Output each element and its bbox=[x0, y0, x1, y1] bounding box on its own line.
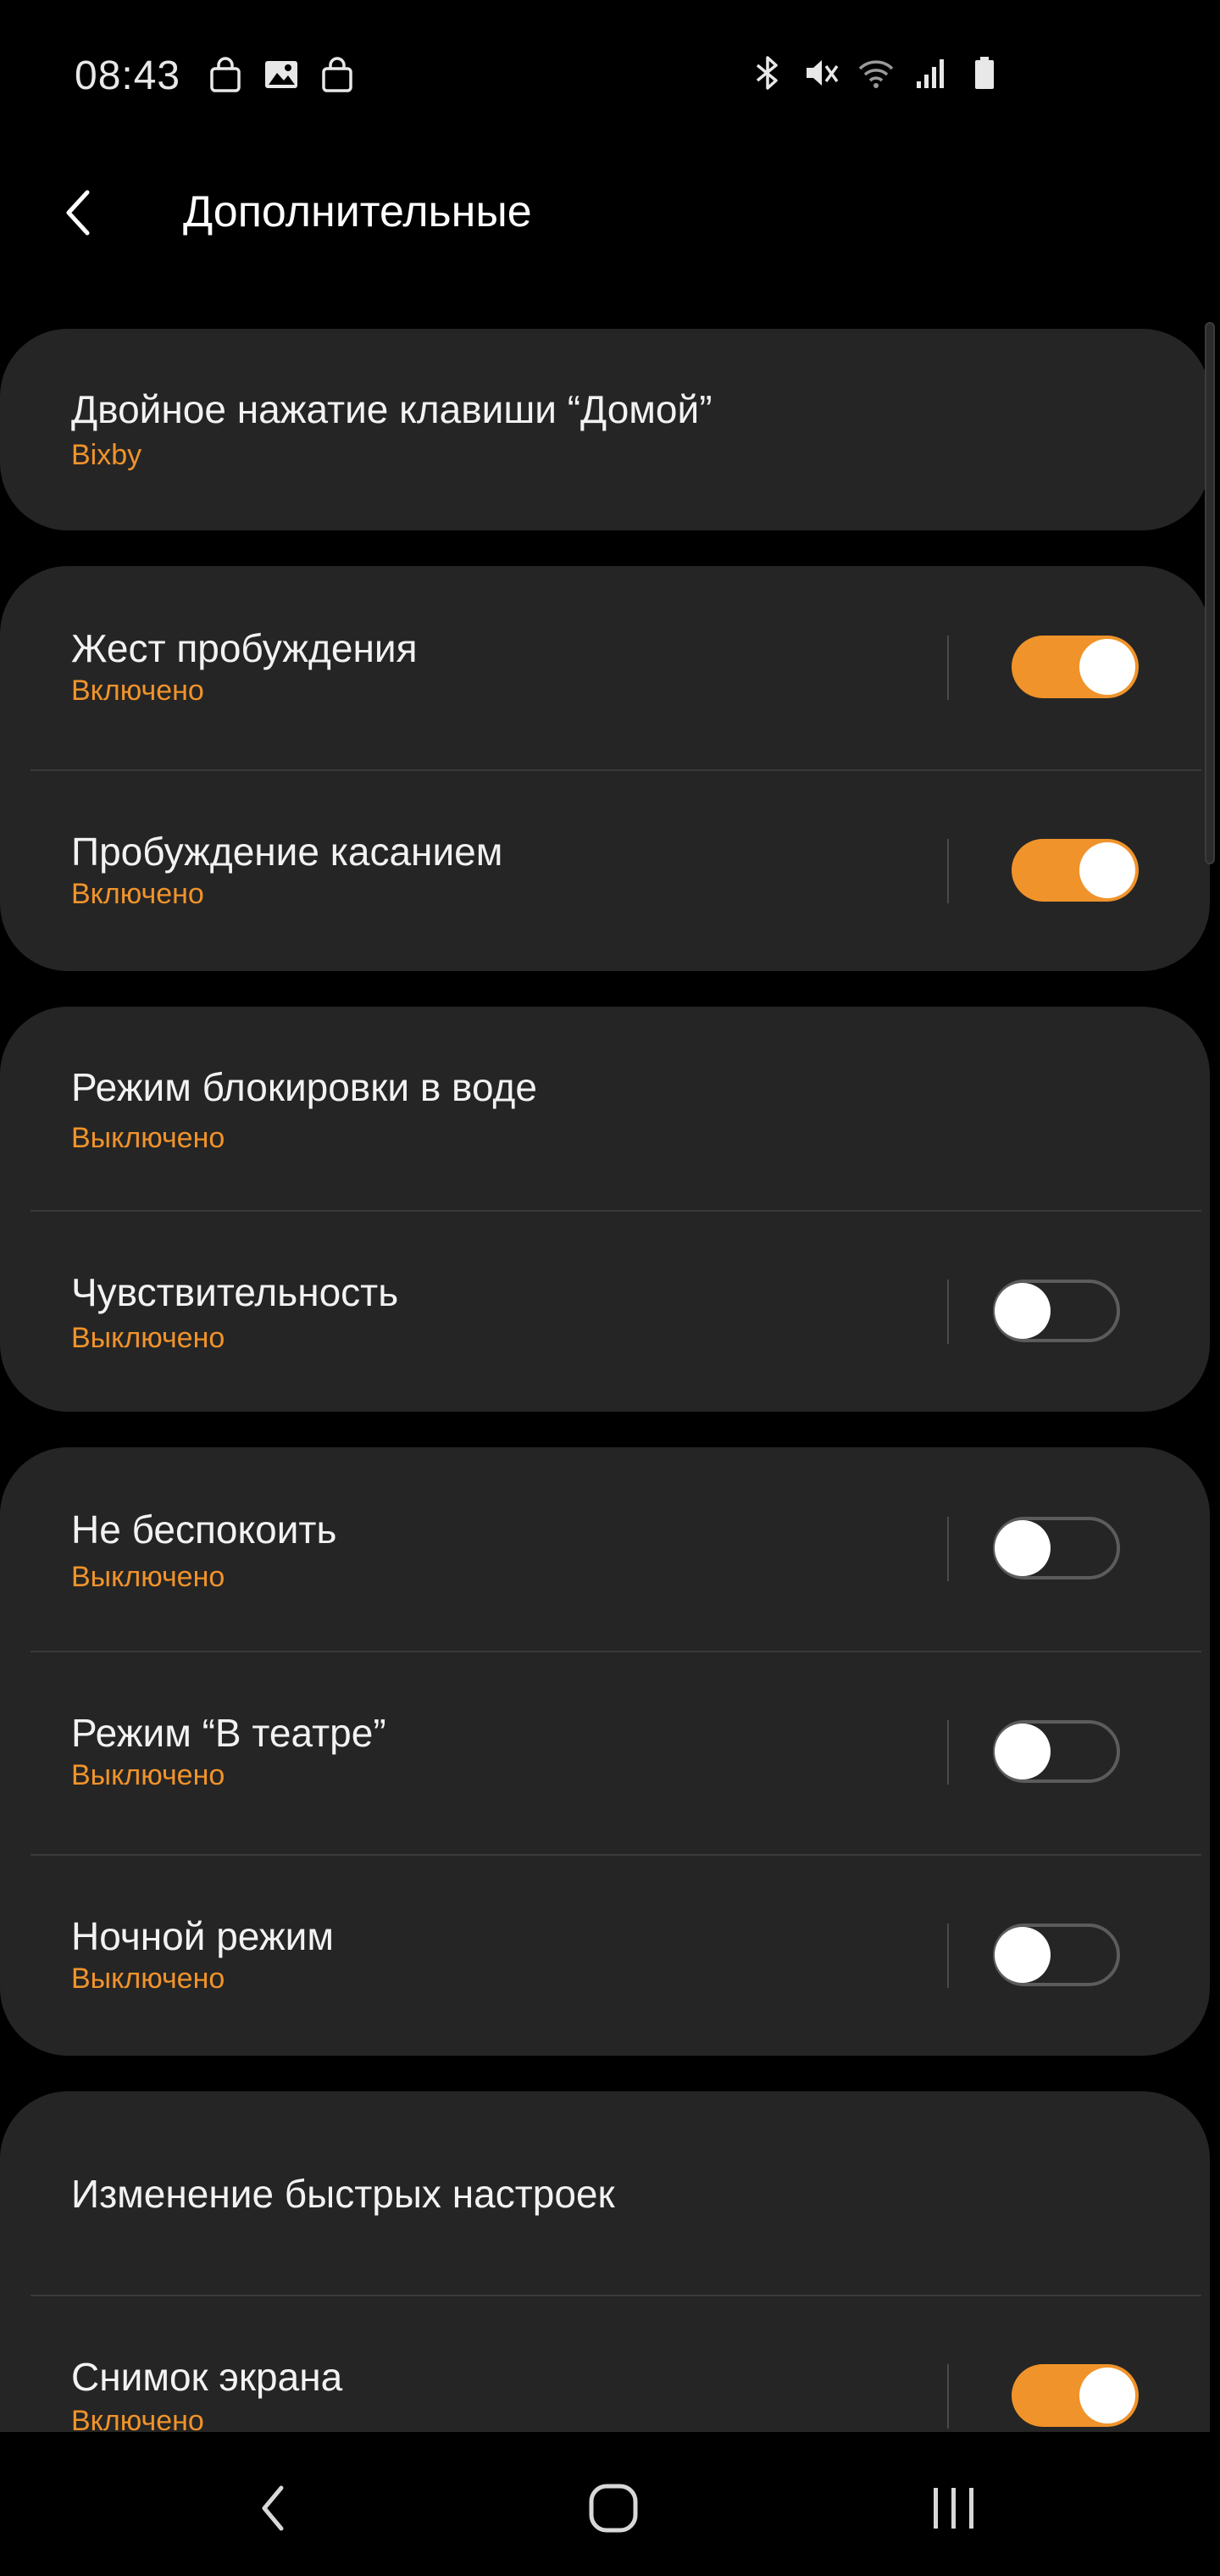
shopping-bag-icon bbox=[322, 57, 352, 92]
sensitivity-toggle[interactable] bbox=[993, 1280, 1120, 1342]
row-title: Чувствительность bbox=[71, 1270, 399, 1314]
battery-icon bbox=[975, 57, 994, 89]
row-subtitle: Выключено bbox=[71, 1122, 225, 1154]
nav-home-button[interactable] bbox=[571, 2466, 656, 2551]
settings-row-theater-mode[interactable]: Режим “В театре” Выключено bbox=[0, 1651, 1210, 1854]
row-divider bbox=[947, 2364, 949, 2429]
settings-card-home-key: Двойное нажатие клавиши “Домой” Bixby bbox=[0, 329, 1210, 530]
shopping-bag-icon bbox=[210, 57, 241, 92]
status-time: 08:43 bbox=[75, 53, 181, 98]
settings-row-do-not-disturb[interactable]: Не беспокоить Выключено bbox=[0, 1447, 1210, 1651]
settings-row-sensitivity[interactable]: Чувствительность Выключено bbox=[0, 1210, 1210, 1412]
screenshot-toggle[interactable] bbox=[1012, 2364, 1139, 2427]
settings-row-screenshot[interactable]: Снимок экрана Включено bbox=[0, 2295, 1210, 2432]
nav-recents-icon bbox=[934, 2488, 973, 2529]
settings-card-water: Режим блокировки в воде Выключено Чувств… bbox=[0, 1007, 1210, 1412]
settings-row-edit-quick-settings[interactable]: Изменение быстрых настроек bbox=[0, 2091, 1210, 2295]
page-title: Дополнительные bbox=[183, 187, 532, 236]
theater-mode-toggle[interactable] bbox=[993, 1720, 1120, 1783]
status-right-icons bbox=[749, 54, 1003, 92]
row-subtitle: Включено bbox=[71, 675, 204, 707]
row-title: Режим блокировки в воде bbox=[71, 1065, 537, 1109]
row-divider bbox=[947, 1280, 949, 1344]
wake-gesture-toggle[interactable] bbox=[1012, 636, 1139, 698]
row-divider bbox=[947, 1720, 949, 1785]
do-not-disturb-toggle[interactable] bbox=[993, 1517, 1120, 1579]
row-divider bbox=[947, 636, 949, 700]
row-subtitle: Выключено bbox=[71, 1561, 225, 1593]
touch-wake-toggle[interactable] bbox=[1012, 839, 1139, 902]
row-title: Ночной режим bbox=[71, 1914, 334, 1958]
gallery-icon bbox=[265, 61, 297, 88]
scroll-indicator[interactable] bbox=[1205, 322, 1215, 864]
row-divider bbox=[947, 1924, 949, 1988]
bluetooth-icon bbox=[756, 56, 778, 90]
row-title: Пробуждение касанием bbox=[71, 830, 503, 874]
row-divider bbox=[947, 1517, 949, 1581]
settings-card-wake: Жест пробуждения Включено Пробуждение ка… bbox=[0, 566, 1210, 971]
row-title: Жест пробуждения bbox=[71, 626, 418, 670]
signal-icon bbox=[917, 59, 944, 88]
row-title: Не беспокоить bbox=[71, 1507, 337, 1552]
back-button[interactable] bbox=[49, 183, 108, 242]
row-subtitle: Включено bbox=[71, 2405, 204, 2432]
row-title: Снимок экрана bbox=[71, 2355, 343, 2399]
toggle-knob bbox=[995, 1927, 1051, 1983]
nav-back-button[interactable] bbox=[230, 2466, 315, 2551]
app-header: Дополнительные bbox=[0, 153, 1220, 330]
toggle-knob bbox=[995, 1283, 1051, 1339]
settings-row-touch-wake[interactable]: Пробуждение касанием Включено bbox=[0, 769, 1210, 971]
row-subtitle: Выключено bbox=[71, 1759, 225, 1791]
settings-row-wake-gesture[interactable]: Жест пробуждения Включено bbox=[0, 566, 1210, 769]
row-title: Изменение быстрых настроек bbox=[71, 2172, 615, 2216]
nav-back-icon bbox=[262, 2485, 284, 2531]
status-bar: 08:43 bbox=[0, 0, 1220, 153]
back-arrow-icon bbox=[66, 190, 90, 236]
wifi-icon bbox=[858, 60, 894, 88]
settings-card-quick: Изменение быстрых настроек Снимок экрана… bbox=[0, 2091, 1210, 2432]
toggle-knob bbox=[995, 1724, 1051, 1779]
row-subtitle: Выключено bbox=[71, 1322, 225, 1354]
mute-icon bbox=[807, 60, 839, 86]
toggle-knob bbox=[1079, 842, 1135, 898]
settings-row-water-lock[interactable]: Режим блокировки в воде Выключено bbox=[0, 1007, 1210, 1210]
settings-card-modes: Не беспокоить Выключено Режим “В театре”… bbox=[0, 1447, 1210, 2056]
nav-recents-button[interactable] bbox=[912, 2466, 996, 2551]
toggle-knob bbox=[1079, 639, 1135, 695]
row-title: Двойное нажатие клавиши “Домой” bbox=[71, 387, 713, 431]
night-mode-toggle[interactable] bbox=[993, 1924, 1120, 1986]
row-subtitle: Выключено bbox=[71, 1963, 225, 1995]
row-subtitle: Включено bbox=[71, 878, 204, 910]
row-divider bbox=[947, 839, 949, 903]
toggle-knob bbox=[1079, 2368, 1135, 2423]
navigation-bar bbox=[0, 2432, 1220, 2576]
nav-home-icon bbox=[589, 2484, 638, 2533]
toggle-knob bbox=[995, 1520, 1051, 1576]
settings-row-night-mode[interactable]: Ночной режим Выключено bbox=[0, 1854, 1210, 2056]
settings-row-double-press-home[interactable]: Двойное нажатие клавиши “Домой” Bixby bbox=[0, 329, 1210, 530]
status-left-icons bbox=[207, 56, 356, 93]
row-subtitle: Bixby bbox=[71, 439, 142, 471]
row-title: Режим “В театре” bbox=[71, 1711, 386, 1755]
